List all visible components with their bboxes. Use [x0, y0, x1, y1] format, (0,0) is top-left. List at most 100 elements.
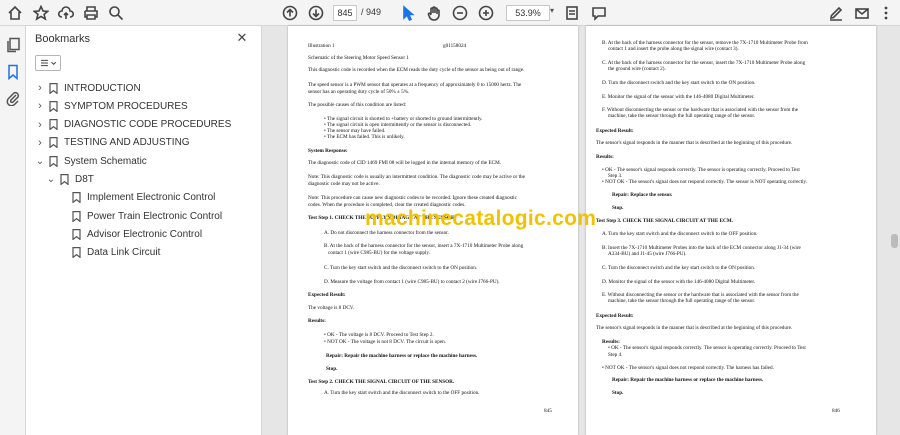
bookmark-label: System Schematic	[64, 155, 147, 167]
document-text-line: 845	[544, 408, 552, 414]
document-text-line: • NOT OK - The sensor's signal does not …	[602, 179, 808, 185]
bookmark-label: Data Link Circuit	[87, 247, 161, 259]
chevron-down-icon[interactable]: ⌄	[46, 174, 56, 185]
document-text-line: Test Step 3. CHECK THE SIGNAL CIRCUIT AT…	[596, 218, 733, 224]
bookmark-item[interactable]: Implement Electronic Control	[62, 189, 215, 207]
scrollbar-thumb[interactable]	[891, 234, 898, 248]
document-text-line: This diagnostic code is recorded when th…	[308, 67, 525, 73]
document-text-line: • The ECM has failed. This is unlikely.	[324, 134, 405, 140]
document-text-line: System Response:	[308, 148, 348, 154]
previous-page-icon[interactable]	[280, 3, 300, 23]
document-text-line: Repair: Repair the machine harness or re…	[326, 353, 478, 359]
document-text-line: • OK - The voltage is 8 DCV. Proceed to …	[324, 332, 434, 338]
document-text-line: contact 1 and insert the probe along the…	[608, 46, 739, 52]
document-text-line: The possible causes of this condition ar…	[308, 102, 407, 108]
bookmark-item[interactable]: › DIAGNOSTIC CODE PROCEDURES	[35, 116, 231, 134]
document-text-line: Expected Result:	[308, 292, 346, 298]
select-cursor-icon[interactable]	[398, 3, 418, 23]
bookmark-flag-icon	[49, 155, 58, 168]
document-text-line: C. Turn the key start switch and the dis…	[324, 265, 478, 271]
home-icon[interactable]	[5, 3, 25, 23]
document-text-line: D. Measure the voltage from contact 1 (w…	[324, 279, 500, 285]
hand-tool-icon[interactable]	[424, 3, 444, 23]
attachments-icon[interactable]	[5, 90, 21, 107]
bookmark-item[interactable]: Data Link Circuit	[62, 244, 160, 262]
bookmark-item[interactable]: › INTRODUCTION	[35, 79, 141, 97]
zoom-out-icon[interactable]	[450, 3, 470, 23]
document-text-line: Schematic of the Steering Motor Speed Se…	[308, 55, 409, 61]
document-text-line: machine, take the sensor through the ful…	[608, 298, 756, 304]
bookmark-item[interactable]: Power Train Electronic Control	[62, 207, 222, 225]
search-icon[interactable]	[106, 3, 126, 23]
document-text-line: Repair: Replace the sensor.	[612, 192, 673, 198]
page-number-input[interactable]: 845	[333, 5, 357, 21]
document-text-line: Results:	[596, 154, 614, 160]
document-text-line: • NOT OK - The sensor's signal does not …	[602, 365, 774, 371]
page-thumbnails-icon[interactable]	[5, 37, 21, 53]
bookmark-flag-icon	[72, 192, 81, 204]
document-text-line: Stop.	[612, 205, 624, 211]
document-text-line: D. Monitor the signal of the sensor with…	[602, 279, 756, 285]
bookmark-label: D8T	[75, 174, 94, 185]
email-icon[interactable]	[852, 3, 872, 23]
navigation-rail	[0, 26, 26, 435]
zoom-dropdown-icon[interactable]: ▾	[550, 6, 554, 15]
page-total: / 949	[361, 7, 382, 17]
bookmark-label: TESTING AND ADJUSTING	[64, 137, 190, 149]
edit-sign-icon[interactable]	[826, 3, 846, 23]
bookmark-label: Advisor Electronic Control	[87, 228, 203, 240]
print-icon[interactable]	[81, 3, 101, 23]
next-page-icon[interactable]	[306, 3, 326, 23]
zoom-level-input[interactable]: 53.9%	[506, 5, 550, 21]
document-text-line: The voltage is 8 DCV.	[308, 305, 355, 311]
bookmark-options-button[interactable]	[35, 55, 61, 71]
close-icon: ✕	[236, 30, 248, 45]
comment-icon[interactable]	[589, 3, 609, 23]
bookmark-flag-icon	[49, 82, 58, 95]
close-panel-button[interactable]: ✕	[234, 30, 250, 46]
document-text-line: sensor has an operating duty cycle of 50…	[308, 89, 410, 95]
bookmarks-icon[interactable]	[5, 64, 21, 81]
bookmark-item[interactable]: Advisor Electronic Control	[62, 225, 202, 243]
cloud-upload-icon[interactable]	[56, 3, 76, 23]
toolbar: 845 / 949 53.9% ▾	[0, 0, 900, 26]
zoom-in-icon[interactable]	[476, 3, 496, 23]
bookmark-flag-icon	[49, 119, 58, 131]
document-text-line: • OK - The sensor's signal responds corr…	[602, 167, 800, 173]
document-text-line: A. Turn the key start switch and the dis…	[602, 231, 758, 237]
document-text-line: contact 1 (wire C985-BU) for the voltage…	[328, 250, 430, 256]
watermark-text: machinecatalogic.com	[365, 207, 597, 230]
bookmark-label: Power Train Electronic Control	[87, 210, 223, 222]
bookmark-flag-icon	[49, 100, 58, 113]
bookmark-item[interactable]: › SYMPTOM PROCEDURES	[35, 97, 188, 115]
bookmark-item[interactable]: ⌄ System Schematic	[35, 152, 147, 170]
bookmark-item[interactable]: ⌄ D8T	[46, 171, 94, 189]
more-options-icon[interactable]	[876, 3, 896, 23]
star-icon[interactable]	[31, 3, 51, 23]
chevron-down-icon[interactable]: ⌄	[35, 156, 45, 167]
bookmark-item[interactable]: › TESTING AND ADJUSTING	[35, 134, 190, 152]
chevron-right-icon[interactable]: ›	[35, 119, 45, 131]
document-text-line: the ground wire (contact 2).	[608, 66, 666, 72]
document-text-line: D. Turn the disconnect switch and the ke…	[602, 80, 756, 86]
options-list-icon	[41, 59, 57, 67]
bookmark-label: DIAGNOSTIC CODE PROCEDURES	[64, 119, 232, 131]
document-text-line: Expected Result:	[596, 313, 634, 319]
bookmark-label: INTRODUCTION	[64, 82, 141, 94]
document-text-line: The sensor's signal responds in the mann…	[596, 325, 793, 331]
document-text-line: The sensor's signal responds in the mann…	[596, 140, 793, 146]
document-text-line: g01158024	[443, 43, 467, 49]
chevron-right-icon[interactable]: ›	[35, 100, 45, 112]
chevron-right-icon[interactable]: ›	[35, 137, 45, 149]
vertical-scrollbar[interactable]	[889, 26, 900, 435]
document-text-line: Step 4.	[608, 352, 623, 358]
page-fit-icon[interactable]	[562, 3, 582, 23]
bookmarks-title: Bookmarks	[35, 33, 91, 45]
document-text-line: diagnostic code may not be active.	[308, 181, 380, 187]
document-text-line: E. Monitor the signal of the sensor with…	[602, 94, 755, 100]
document-text-line: The diagnostic code of CID 1469 FMI 08 w…	[308, 160, 502, 166]
document-page-846: B. At the back of the harness connector …	[586, 26, 876, 435]
chevron-right-icon[interactable]: ›	[35, 82, 45, 94]
document-text-line: A334-BU) and J1-45 (wire J766-PU).	[608, 251, 687, 257]
bookmark-flag-icon	[72, 228, 81, 241]
